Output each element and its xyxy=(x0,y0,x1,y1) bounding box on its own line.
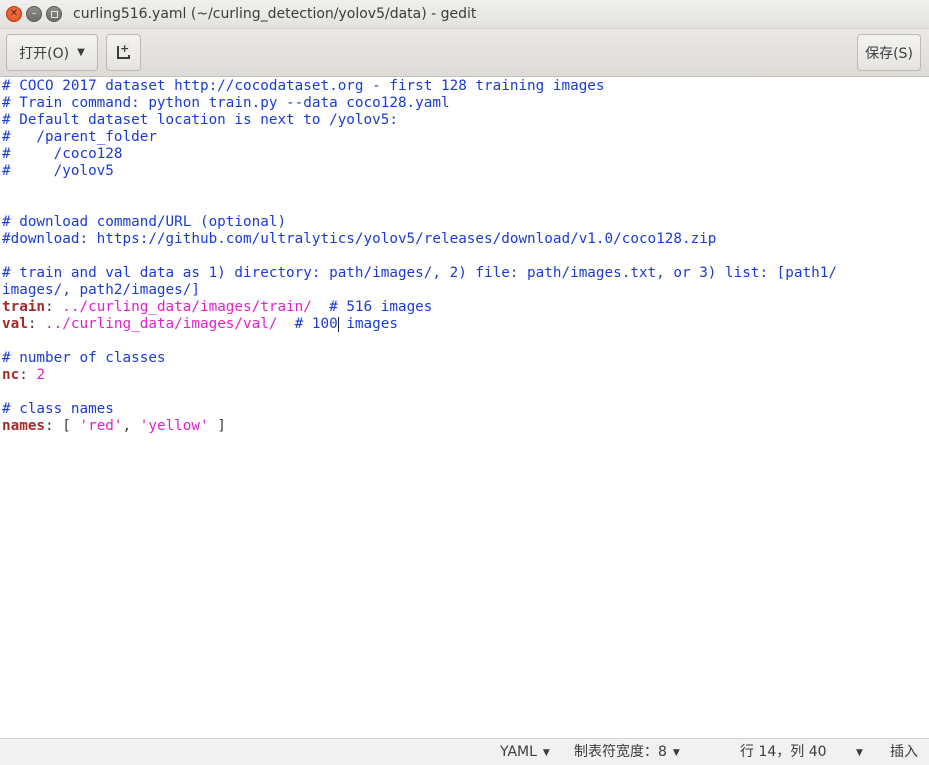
code-line[interactable]: # Train command: python train.py --data … xyxy=(2,95,929,112)
code-view[interactable]: # COCO 2017 dataset http://cocodataset.o… xyxy=(0,77,929,435)
status-bar: YAML ▼ 制表符宽度：8 ▼ 行 14，列 40 ▼ 插入 xyxy=(0,738,929,765)
code-token: 2 xyxy=(36,367,46,383)
code-token: val xyxy=(2,316,28,332)
open-button[interactable]: 打开(O) ▼ xyxy=(6,34,98,71)
code-line[interactable]: names: [ 'red', 'yellow' ] xyxy=(2,418,929,435)
code-line[interactable] xyxy=(2,384,929,401)
position-menu-button[interactable]: ▼ xyxy=(856,739,863,765)
code-token: # /coco128 xyxy=(2,146,123,162)
code-token: # 100 xyxy=(294,316,338,332)
text-editor[interactable]: # COCO 2017 dataset http://cocodataset.o… xyxy=(0,77,929,738)
tab-width-label: 制表符宽度：8 xyxy=(574,744,667,760)
code-token: # train and val data as 1) directory: pa… xyxy=(2,265,837,281)
code-line[interactable]: # train and val data as 1) directory: pa… xyxy=(2,265,929,282)
code-line[interactable]: # /yolov5 xyxy=(2,163,929,180)
close-icon: ✕ xyxy=(9,8,19,19)
code-token: : xyxy=(27,316,46,332)
code-token: nc xyxy=(2,367,20,383)
code-line[interactable]: # class names xyxy=(2,401,929,418)
code-token: : [ xyxy=(45,418,80,434)
code-token: ../curling_data/images/val/ xyxy=(45,316,278,332)
code-line[interactable] xyxy=(2,197,929,214)
code-token: images xyxy=(337,316,398,332)
title-bar: ✕ – curling516.yaml (~/curling_detection… xyxy=(0,0,929,29)
code-token: # COCO 2017 dataset http://cocodataset.o… xyxy=(2,78,605,94)
code-line[interactable]: # number of classes xyxy=(2,350,929,367)
cursor-position: 行 14，列 40 xyxy=(740,744,827,760)
chevron-down-icon: ▼ xyxy=(856,748,863,758)
code-token: 'yellow' xyxy=(139,418,209,434)
chevron-down-icon: ▼ xyxy=(542,748,550,758)
new-document-icon xyxy=(117,42,131,59)
code-line[interactable]: # download command/URL (optional) xyxy=(2,214,929,231)
code-line[interactable] xyxy=(2,180,929,197)
code-line[interactable]: #download: https://github.com/ultralytic… xyxy=(2,231,929,248)
header-bar: 打开(O) ▼ 保存(S) xyxy=(0,29,929,77)
code-token: # Default dataset location is next to /y… xyxy=(2,112,398,128)
code-line[interactable]: # COCO 2017 dataset http://cocodataset.o… xyxy=(2,78,929,95)
code-token: 'red' xyxy=(79,418,123,434)
code-token: ../curling_data/images/train/ xyxy=(62,299,312,315)
open-button-label: 打开(O) xyxy=(19,45,70,62)
code-line[interactable]: # /parent_folder xyxy=(2,129,929,146)
code-token: ] xyxy=(208,418,226,434)
code-token: # download command/URL (optional) xyxy=(2,214,287,230)
code-token: # /parent_folder xyxy=(2,129,157,145)
code-line[interactable] xyxy=(2,248,929,265)
code-token: # 516 images xyxy=(329,299,433,315)
code-token: images/, path2/images/] xyxy=(2,282,200,298)
code-line[interactable]: images/, path2/images/] xyxy=(2,282,929,299)
code-token: # Train command: python train.py --data … xyxy=(2,95,450,111)
insert-mode-indicator[interactable]: 插入 xyxy=(890,739,918,765)
code-line[interactable]: # Default dataset location is next to /y… xyxy=(2,112,929,129)
code-token: #download: https://github.com/ultralytic… xyxy=(2,231,717,247)
code-token: : xyxy=(19,367,37,383)
code-line[interactable]: nc: 2 xyxy=(2,367,929,384)
code-token: train xyxy=(2,299,46,315)
new-document-button[interactable] xyxy=(106,34,141,71)
maximize-icon xyxy=(50,10,58,18)
minimize-window-button[interactable]: – xyxy=(26,6,42,22)
code-line[interactable]: # /coco128 xyxy=(2,146,929,163)
minimize-icon: – xyxy=(31,8,37,19)
code-token: # /yolov5 xyxy=(2,163,114,179)
code-token: : xyxy=(45,299,63,315)
close-window-button[interactable]: ✕ xyxy=(6,6,22,22)
language-selector[interactable]: YAML ▼ xyxy=(500,739,550,765)
save-button-label: 保存(S) xyxy=(865,45,913,62)
save-button[interactable]: 保存(S) xyxy=(857,34,921,71)
code-token: # class names xyxy=(2,401,114,417)
code-line[interactable]: train: ../curling_data/images/train/ # 5… xyxy=(2,299,929,316)
window-title: curling516.yaml (~/curling_detection/yol… xyxy=(73,6,477,22)
code-token: # number of classes xyxy=(2,350,166,366)
code-line[interactable]: val: ../curling_data/images/val/ # 100 i… xyxy=(2,316,929,333)
chevron-down-icon: ▼ xyxy=(77,47,85,58)
language-label: YAML xyxy=(500,744,537,760)
code-line[interactable] xyxy=(2,333,929,350)
code-token: names xyxy=(2,418,46,434)
maximize-window-button[interactable] xyxy=(46,6,62,22)
chevron-down-icon: ▼ xyxy=(672,748,680,758)
code-token: , xyxy=(122,418,140,434)
tab-width-selector[interactable]: 制表符宽度：8 ▼ xyxy=(574,739,680,765)
